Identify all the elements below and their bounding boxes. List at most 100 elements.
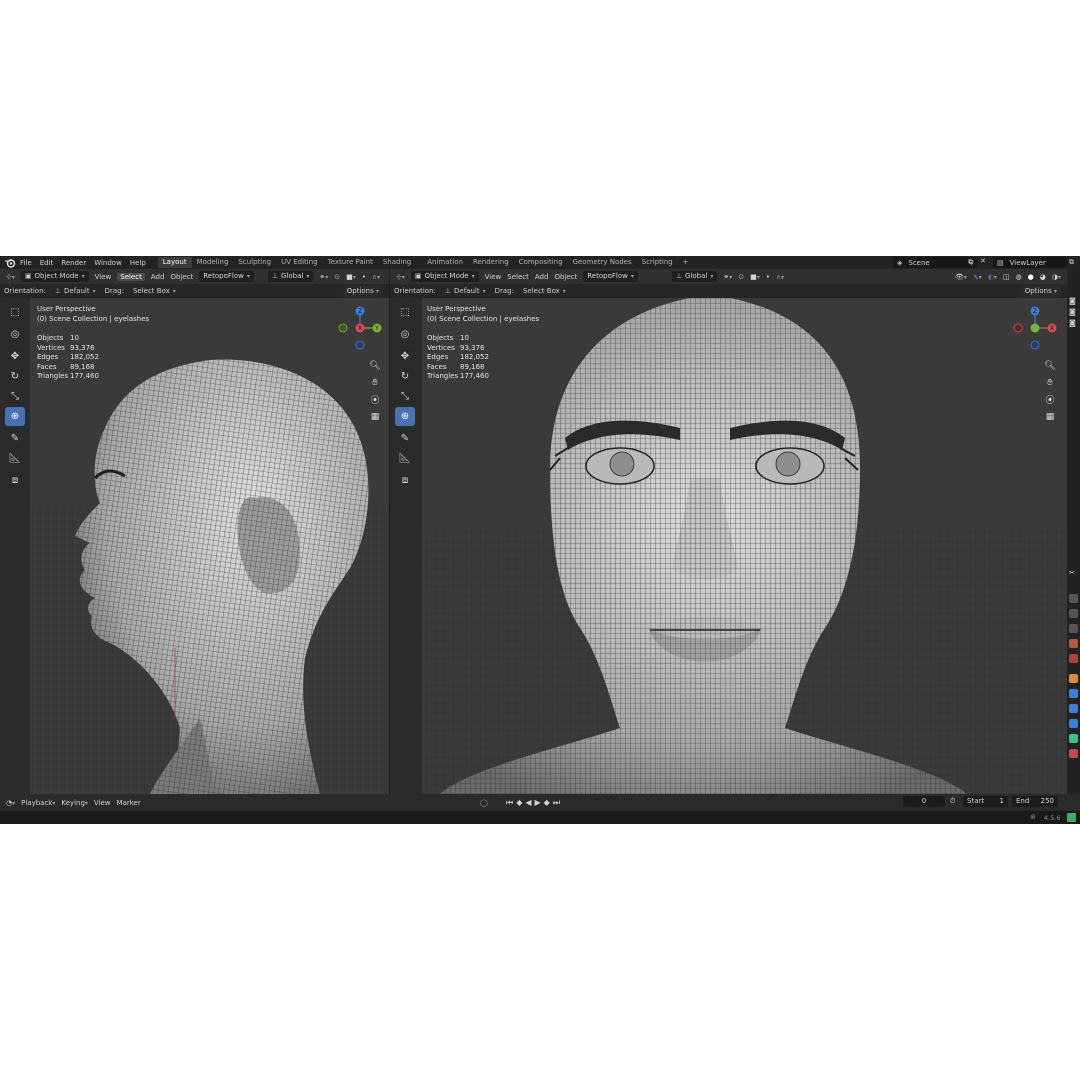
auto-keying-icon[interactable]: ◯ xyxy=(480,799,488,807)
navigation-gizmo[interactable]: Z Y X xyxy=(335,303,385,353)
view-menu[interactable]: View xyxy=(485,273,502,281)
solid-shading-icon[interactable]: ● xyxy=(1028,273,1034,281)
zoom-icon[interactable]: 🔍︎ xyxy=(1042,358,1058,373)
gizmo-neg-y-axis[interactable] xyxy=(338,323,348,333)
world-props-icon[interactable] xyxy=(1069,654,1078,663)
rotate-tool-icon[interactable]: ↻ xyxy=(5,367,25,386)
pan-hand-icon[interactable]: ✋︎ xyxy=(1042,375,1058,390)
measure-tool-icon[interactable]: 📐︎ xyxy=(395,449,415,468)
perspective-toggle-icon[interactable]: ▦ xyxy=(1042,409,1058,424)
render-props-icon[interactable] xyxy=(1069,594,1078,603)
notification-icon[interactable] xyxy=(1067,813,1076,822)
tab-uv-editing[interactable]: UV Editing xyxy=(276,257,323,268)
view-layer-props-icon[interactable] xyxy=(1069,624,1078,633)
annotate-tool-icon[interactable]: ✎ xyxy=(5,429,25,448)
blender-logo-icon[interactable] xyxy=(4,258,16,268)
material-props-icon[interactable] xyxy=(1069,749,1078,758)
options-dropdown[interactable]: Options ▾ xyxy=(342,286,383,297)
overlay-toggle-icon[interactable]: ◐▾ xyxy=(988,273,997,281)
measure-tool-icon[interactable]: 📐︎ xyxy=(5,449,25,468)
add-cube-tool-icon[interactable]: ⧈ xyxy=(395,471,415,490)
stopwatch-icon[interactable]: ⏱︎ xyxy=(950,797,955,806)
orientation-dropdown[interactable]: ⊥ Default ▾ xyxy=(50,285,100,297)
start-frame-field[interactable]: Start 1 xyxy=(963,796,1008,807)
material-shading-icon[interactable]: ◕ xyxy=(1040,273,1046,281)
current-frame-field[interactable]: 0 xyxy=(903,796,945,807)
camera-icon[interactable]: ◙ xyxy=(1069,308,1076,316)
select-box-tool-icon[interactable]: ⬚ xyxy=(5,303,25,322)
pivot-icon[interactable]: ⚭▾ xyxy=(319,273,328,281)
drag-dropdown[interactable]: Select Box ▾ xyxy=(128,285,180,297)
render-camera-icon[interactable]: ◙ xyxy=(1069,297,1076,305)
pivot-icon[interactable]: ⚭▾ xyxy=(723,273,732,281)
scale-tool-icon[interactable]: ⤡ xyxy=(5,387,25,406)
falloff-icon[interactable]: ∧▾ xyxy=(776,273,784,281)
menu-window[interactable]: Window xyxy=(94,259,122,267)
proportional-edit-icon[interactable]: • xyxy=(362,273,366,281)
viewport-canvas[interactable]: ⬚ ◎ ✥ ↻ ⤡ ⊕ ✎ 📐︎ ⧈ User Perspective (0) … xyxy=(390,298,1067,794)
gizmo-neg-z-axis[interactable] xyxy=(355,340,365,350)
navigation-gizmo[interactable]: Z X xyxy=(1010,303,1060,353)
tab-geometry-nodes[interactable]: Geometry Nodes xyxy=(568,257,637,268)
transform-orientation-dropdown[interactable]: ⊥ Global ▾ xyxy=(267,271,314,282)
play-reverse-icon[interactable]: ◀ xyxy=(525,798,531,808)
cursor-tool-icon[interactable]: ◎ xyxy=(5,325,25,344)
tab-texture-paint[interactable]: Texture Paint xyxy=(323,257,378,268)
gizmo-toggle-icon[interactable]: ⬉▾ xyxy=(973,273,982,281)
menu-file[interactable]: File xyxy=(20,259,32,267)
view-layer-selector[interactable]: ▤ ViewLayer xyxy=(993,257,1067,268)
transform-tool-icon[interactable]: ⊕ xyxy=(5,407,25,426)
add-menu[interactable]: Add xyxy=(535,273,549,281)
menu-render[interactable]: Render xyxy=(61,259,86,267)
copy-scene-icon[interactable]: ⧉ xyxy=(968,258,973,267)
object-menu[interactable]: Object xyxy=(170,273,193,281)
pan-hand-icon[interactable]: ✋︎ xyxy=(367,375,383,390)
tab-sculpting[interactable]: Sculpting xyxy=(233,257,276,268)
tab-scripting[interactable]: Scripting xyxy=(637,257,678,268)
menu-edit[interactable]: Edit xyxy=(40,259,54,267)
orientation-dropdown[interactable]: ⊥ Default ▾ xyxy=(440,285,490,297)
transform-orientation-dropdown[interactable]: ⊥ Global ▾ xyxy=(671,271,718,282)
camera-view-icon[interactable]: ⦿ xyxy=(1042,392,1058,407)
move-tool-icon[interactable]: ✥ xyxy=(395,347,415,366)
keying-menu[interactable]: Keying▾ xyxy=(61,799,88,807)
editor-type-icon[interactable]: ⊹▾ xyxy=(396,273,405,281)
physics-props-icon[interactable] xyxy=(1069,719,1078,728)
gizmo-neg-x-axis[interactable] xyxy=(1013,323,1023,333)
scale-tool-icon[interactable]: ⤡ xyxy=(395,387,415,406)
mode-dropdown[interactable]: ▣ Object Mode ▾ xyxy=(410,271,479,282)
tab-layout[interactable]: Layout xyxy=(157,257,192,268)
next-keyframe-icon[interactable]: ◆ xyxy=(544,798,550,808)
snap-target-icon[interactable]: ■▾ xyxy=(750,273,760,281)
jump-start-icon[interactable]: ⏮︎ xyxy=(506,798,513,808)
modifier-props-icon[interactable] xyxy=(1069,689,1078,698)
viewport-canvas[interactable]: ⬚ ◎ ✥ ↻ ⤡ ⊕ ✎ 📐︎ ⧈ User Perspective (0) … xyxy=(0,298,389,794)
gizmo-y-axis[interactable] xyxy=(1030,323,1040,333)
jump-end-icon[interactable]: ⏭︎ xyxy=(553,798,560,808)
camera-alt-icon[interactable]: ◙ xyxy=(1069,319,1076,327)
perspective-toggle-icon[interactable]: ▦ xyxy=(367,409,383,424)
select-menu[interactable]: Select xyxy=(117,272,145,281)
play-icon[interactable]: ▶ xyxy=(535,798,541,808)
retopoflow-menu[interactable]: RetopoFlow ▾ xyxy=(199,271,254,282)
add-menu[interactable]: Add xyxy=(151,273,165,281)
marker-menu[interactable]: Marker xyxy=(117,799,141,807)
snap-icon[interactable]: ⊙ xyxy=(334,273,340,281)
object-data-props-icon[interactable] xyxy=(1069,734,1078,743)
view-menu[interactable]: View xyxy=(95,273,112,281)
timeline-editor-icon[interactable]: ◔▾ xyxy=(6,799,15,807)
zoom-icon[interactable]: 🔍︎ xyxy=(367,358,383,373)
select-menu[interactable]: Select xyxy=(507,273,529,281)
object-menu[interactable]: Object xyxy=(554,273,577,281)
camera-view-icon[interactable]: ⦿ xyxy=(367,392,383,407)
prev-keyframe-icon[interactable]: ◆ xyxy=(516,798,522,808)
proportional-edit-icon[interactable]: • xyxy=(766,273,770,281)
wireframe-shading-icon[interactable]: ◍ xyxy=(1016,273,1022,281)
output-props-icon[interactable] xyxy=(1069,609,1078,618)
scene-props-icon[interactable] xyxy=(1069,639,1078,648)
select-box-tool-icon[interactable]: ⬚ xyxy=(395,303,415,322)
close-scene-icon[interactable]: ✕ xyxy=(980,257,986,265)
gizmo-neg-z-axis[interactable] xyxy=(1030,340,1040,350)
xray-toggle-icon[interactable]: ◫ xyxy=(1003,273,1010,281)
tab-animation[interactable]: Animation xyxy=(422,257,468,268)
